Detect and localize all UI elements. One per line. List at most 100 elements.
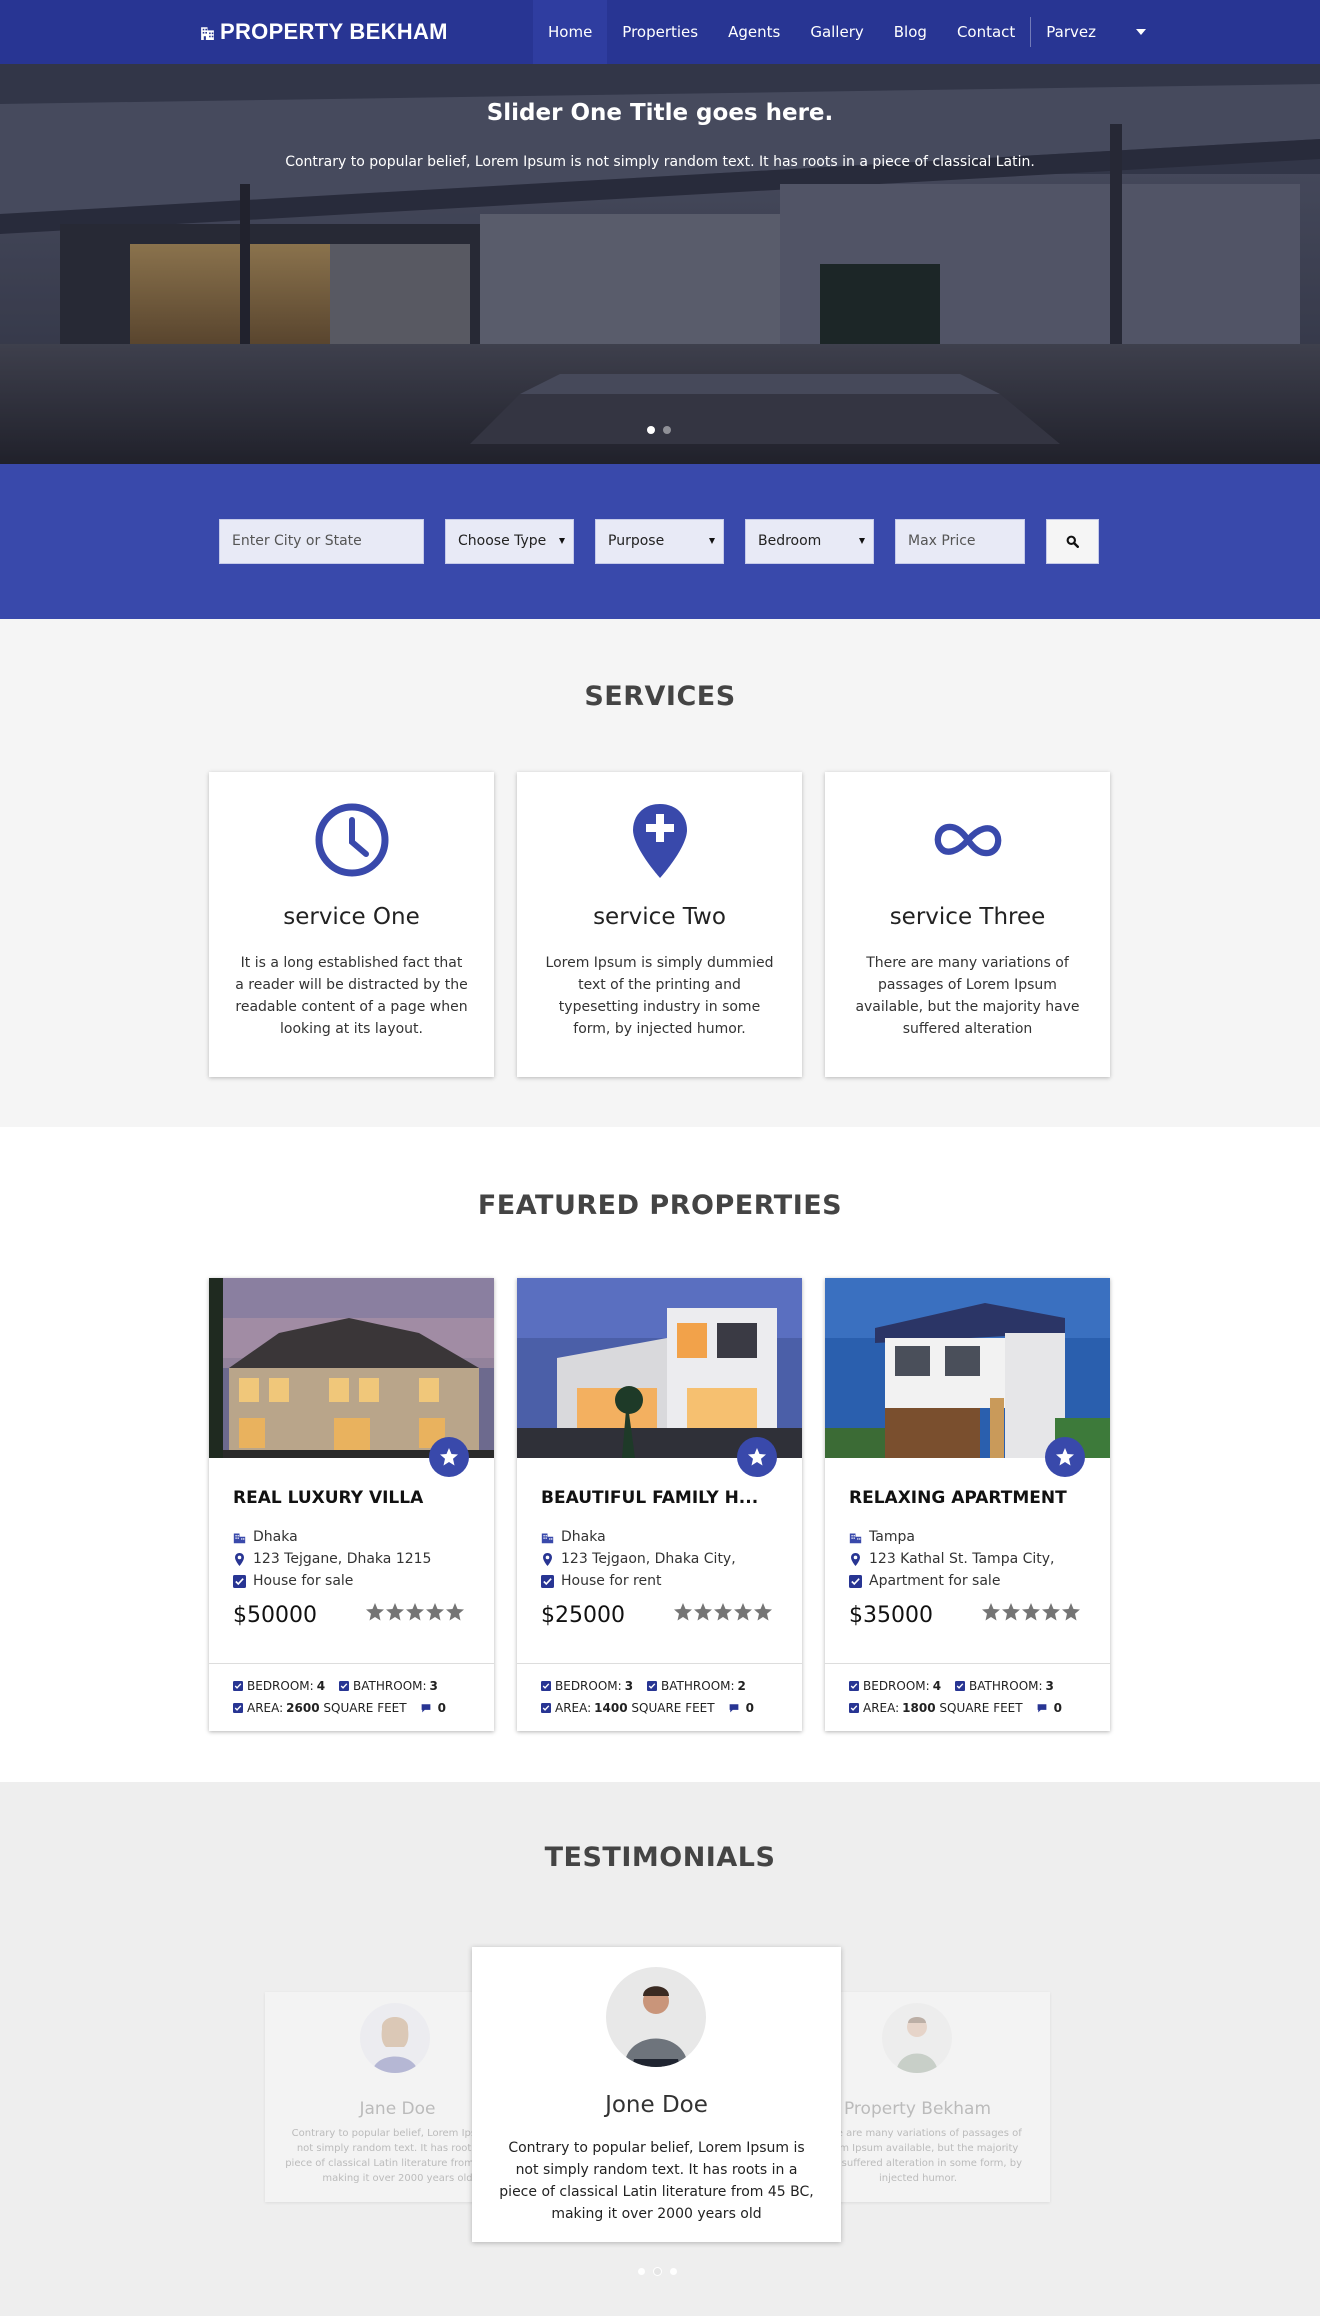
checkbox-icon <box>339 1681 350 1691</box>
rating-stars <box>981 1602 1081 1622</box>
infinity-icon <box>934 823 1002 857</box>
slider-dot-2[interactable] <box>663 426 671 434</box>
service-text: It is a long established fact that a rea… <box>235 955 468 1037</box>
star-icon[interactable] <box>1021 1602 1041 1622</box>
property-city: Dhaka <box>233 1529 298 1545</box>
avatar <box>882 2003 952 2073</box>
property-status: Apartment for sale <box>849 1573 1000 1589</box>
map-marker-icon <box>235 1552 244 1566</box>
star-icon[interactable] <box>733 1602 753 1622</box>
clock-icon <box>315 803 389 877</box>
star-icon[interactable] <box>1061 1602 1081 1622</box>
star-icon[interactable] <box>445 1602 465 1622</box>
testimonials-title: TESTIMONIALS <box>544 1842 776 1873</box>
checkbox-icon <box>955 1681 966 1691</box>
star-icon[interactable] <box>981 1602 1001 1622</box>
nav-user[interactable]: Parvez <box>1031 0 1111 64</box>
star-icon[interactable] <box>693 1602 713 1622</box>
slider-dot-1[interactable] <box>647 426 655 434</box>
testimonial-dot-2[interactable] <box>654 2268 661 2275</box>
property-title[interactable]: REAL LUXURY VILLA <box>233 1488 473 1508</box>
hero-subtitle: Contrary to popular belief, Lorem Ipsum … <box>285 154 1035 170</box>
feature-row: AREA: 1400 SQUARE FEET 0 <box>541 1701 754 1715</box>
checkbox-icon <box>849 1574 862 1588</box>
property-price: $50000 <box>233 1603 317 1628</box>
area-value: 1800 <box>902 1701 936 1715</box>
star-icon[interactable] <box>1001 1602 1021 1622</box>
property-card[interactable]: REAL LUXURY VILLA Dhaka 123 Tejgane, Dhaka… <box>209 1278 494 1731</box>
address-text: 123 Tejgane, Dhaka 1215 <box>253 1551 432 1567</box>
area-value: 1400 <box>594 1701 628 1715</box>
purpose-select[interactable]: Purpose <box>595 519 724 564</box>
favorite-button[interactable] <box>429 1437 469 1477</box>
star-icon[interactable] <box>673 1602 693 1622</box>
hero-title: Slider One Title goes here. <box>486 100 834 126</box>
address-text: 123 Kathal St. Tampa City, <box>869 1551 1055 1567</box>
property-card[interactable]: BEAUTIFUL FAMILY H... Dhaka 123 Tejgaon, D… <box>517 1278 802 1731</box>
feature-row: BEDROOM: 4 BATHROOM: 3 <box>233 1679 438 1693</box>
building-icon <box>541 1532 554 1543</box>
feature-row: AREA: 2600 SQUARE FEET 0 <box>233 1701 446 1715</box>
service-card: service One It is a long established fac… <box>209 772 494 1077</box>
area-label: AREA: <box>247 1701 284 1715</box>
star-icon[interactable] <box>425 1602 445 1622</box>
nav-contact[interactable]: Contact <box>942 0 1030 64</box>
nav-properties[interactable]: Properties <box>607 0 713 64</box>
type-select[interactable]: Choose Type <box>445 519 574 564</box>
nav-blog[interactable]: Blog <box>879 0 942 64</box>
comment-count: 0 <box>1053 1701 1062 1715</box>
service-text: There are many variations of passages of… <box>855 955 1080 1037</box>
star-icon[interactable] <box>405 1602 425 1622</box>
favorite-button[interactable] <box>1045 1437 1085 1477</box>
testimonial-dots <box>638 2268 686 2275</box>
bathroom-count: 3 <box>1045 1679 1054 1693</box>
testimonial-card-active[interactable]: Jone Doe Contrary to popular belief, Lor… <box>472 1947 841 2242</box>
checkbox-icon <box>541 1681 551 1691</box>
nav-agents[interactable]: Agents <box>713 0 795 64</box>
star-icon[interactable] <box>1041 1602 1061 1622</box>
checkbox-icon <box>541 1703 551 1713</box>
nav-gallery[interactable]: Gallery <box>795 0 878 64</box>
comment-icon <box>729 1704 738 1713</box>
chevron-down-icon[interactable] <box>1136 29 1147 35</box>
property-card[interactable]: RELAXING APARTMENT Tampa 123 Kathal St. Ta… <box>825 1278 1110 1731</box>
bedroom-label: BEDROOM: <box>247 1679 314 1693</box>
status-text: House for rent <box>561 1573 662 1589</box>
brand-logo[interactable]: PROPERTY BEKHAM <box>199 18 448 46</box>
service-name: service Two <box>593 904 726 930</box>
star-icon[interactable] <box>385 1602 405 1622</box>
map-marker-icon <box>543 1552 552 1566</box>
testimonial-dot-1[interactable] <box>638 2268 645 2275</box>
property-image[interactable] <box>825 1278 1110 1458</box>
star-icon <box>748 1448 766 1466</box>
city-input[interactable]: Enter City or State <box>219 519 424 564</box>
bedroom-select[interactable]: Bedroom <box>745 519 874 564</box>
comment-count: 0 <box>745 1701 754 1715</box>
feature-row: BEDROOM: 4 BATHROOM: 3 <box>849 1679 1054 1693</box>
property-title[interactable]: BEAUTIFUL FAMILY H... <box>541 1488 781 1508</box>
property-title[interactable]: RELAXING APARTMENT <box>849 1488 1089 1508</box>
building-icon <box>201 26 214 40</box>
star-icon[interactable] <box>753 1602 773 1622</box>
max-price-input[interactable]: Max Price <box>895 519 1025 564</box>
testimonial-card-left[interactable]: Jane Doe Contrary to popular belief, Lor… <box>265 1992 510 2202</box>
property-image[interactable] <box>517 1278 802 1458</box>
testimonial-text: Contrary to popular belief, Lorem Ipsum … <box>499 2140 814 2222</box>
service-card: service Three There are many variations … <box>825 772 1110 1077</box>
building-icon <box>233 1532 246 1543</box>
brand-name: PROPERTY BEKHAM <box>220 19 448 44</box>
star-icon[interactable] <box>713 1602 733 1622</box>
testimonial-dot-3[interactable] <box>670 2268 677 2275</box>
favorite-button[interactable] <box>737 1437 777 1477</box>
nav-home[interactable]: Home <box>533 0 608 64</box>
search-button[interactable] <box>1046 519 1099 564</box>
search-icon <box>1066 535 1079 548</box>
navbar: PROPERTY BEKHAM Home Properties Agents G… <box>0 0 1320 64</box>
checkbox-icon <box>647 1681 658 1691</box>
bedroom-count: 4 <box>316 1679 326 1693</box>
rating-stars <box>673 1602 773 1622</box>
bathroom-count: 2 <box>737 1679 746 1693</box>
bedroom-count: 4 <box>932 1679 942 1693</box>
star-icon[interactable] <box>365 1602 385 1622</box>
property-image[interactable] <box>209 1278 494 1458</box>
